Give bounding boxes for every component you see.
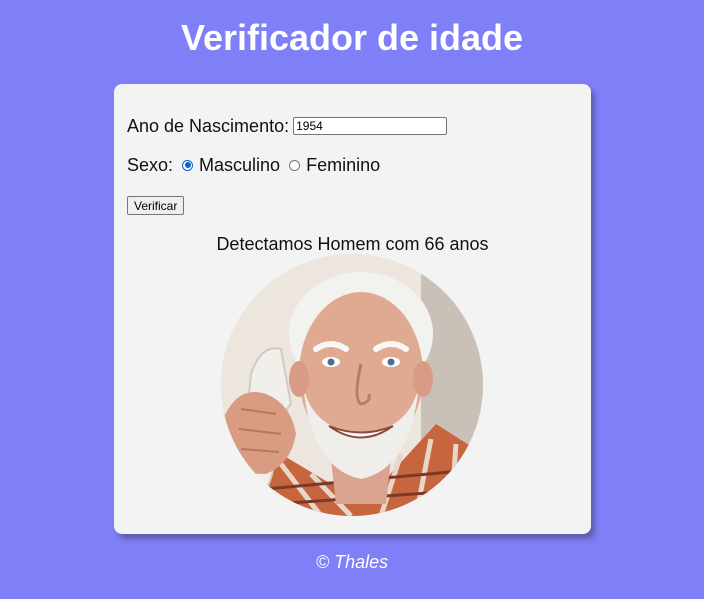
birth-year-row: Ano de Nascimento: bbox=[127, 115, 448, 137]
radio-feminino-label[interactable]: Feminino bbox=[306, 154, 380, 176]
page-title: Verificador de idade bbox=[180, 17, 524, 58]
radio-masculino[interactable] bbox=[182, 159, 194, 171]
verify-button[interactable]: Verificar bbox=[127, 196, 185, 215]
sex-label: Sexo: bbox=[127, 155, 174, 175]
form-card: Ano de Nascimento: Sexo: Masculino Femin… bbox=[114, 84, 591, 534]
sex-row: Sexo: Masculino Feminino bbox=[127, 154, 380, 176]
page: Verificador de idade Ano de Nascimento: … bbox=[0, 0, 704, 599]
birth-year-label: Ano de Nascimento: bbox=[127, 116, 290, 136]
radio-masculino-label[interactable]: Masculino bbox=[199, 154, 280, 176]
elderly-man-photo-icon bbox=[221, 254, 483, 516]
birth-year-input[interactable] bbox=[293, 117, 448, 135]
footer-credit: © Thales bbox=[315, 552, 389, 572]
result-text: Detectamos Homem com 66 anos bbox=[216, 234, 489, 254]
result-photo bbox=[221, 254, 483, 516]
radio-feminino[interactable] bbox=[289, 159, 301, 171]
